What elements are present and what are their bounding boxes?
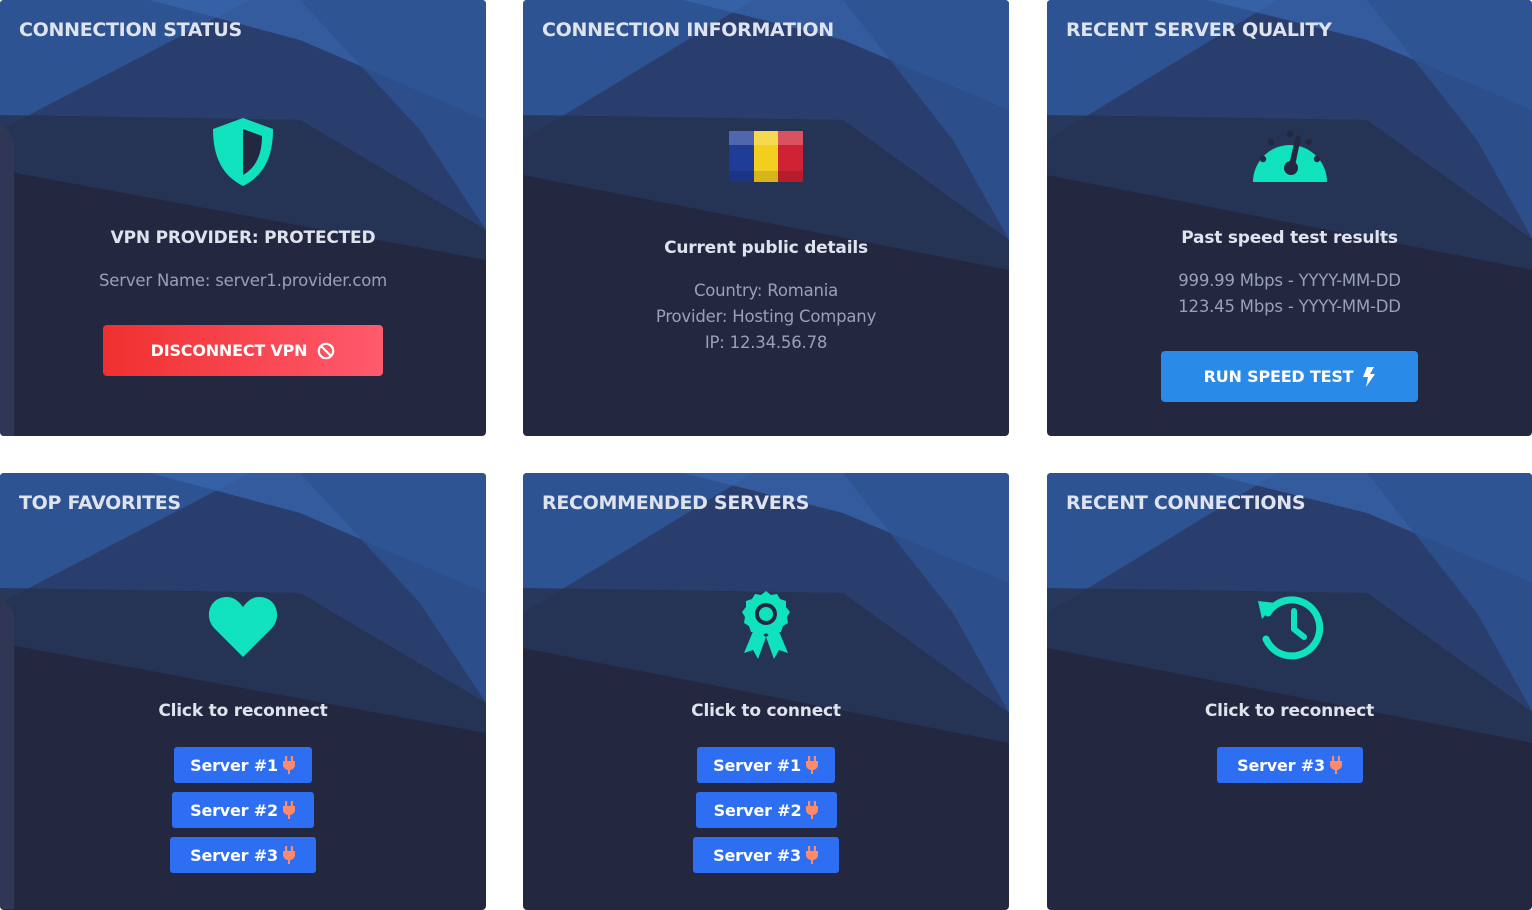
card-title: RECENT SERVER QUALITY [1066,19,1332,41]
history-icon [1047,591,1532,663]
server-label: Server #3 [1237,755,1325,775]
plug-icon [282,801,295,819]
server-label: Server #3 [713,845,801,865]
recommended-server-2-button[interactable]: Server #2 [696,792,837,828]
recent-connections-card: RECENT CONNECTIONS Click to reconnect Se… [1047,473,1532,910]
recent-server-3-button[interactable]: Server #3 [1217,747,1363,783]
reconnect-heading: Click to reconnect [158,701,328,721]
recommended-server-1-button[interactable]: Server #1 [697,747,835,783]
speed-result-2: 123.45 Mbps - YYYY-MM-DD [1178,297,1401,316]
server-label: Server #3 [190,845,278,865]
bolt-icon [1363,366,1376,387]
plug-icon [806,801,819,819]
vpn-status-text: VPN PROVIDER: PROTECTED [110,228,376,248]
speed-results-heading: Past speed test results [1181,228,1398,248]
card-title: TOP FAVORITES [19,492,181,514]
card-title: CONNECTION STATUS [19,19,242,41]
plug-icon [805,756,818,774]
speed-result-1: 999.99 Mbps - YYYY-MM-DD [1178,271,1401,290]
server-label: Server #1 [713,755,801,775]
recommended-servers-card: RECOMMENDED SERVERS Click to connect Ser… [523,473,1009,910]
disconnect-vpn-button[interactable]: DISCONNECT VPN [103,325,383,376]
romania-flag-icon [523,131,1009,182]
server-label: Server #2 [190,800,278,820]
card-title: RECENT CONNECTIONS [1066,492,1306,514]
dashboard-grid: CONNECTION STATUS VPN PROVIDER: PROTECTE… [0,0,1532,910]
favorite-server-1-button[interactable]: Server #1 [174,747,312,783]
ban-icon [318,342,335,359]
plug-icon [805,846,818,864]
plug-icon [1329,756,1342,774]
ip-text: IP: 12.34.56.78 [704,333,828,352]
server-label: Server #1 [190,755,278,775]
server-name-text: Server Name: server1.provider.com [99,271,387,290]
heart-icon [0,595,486,659]
card-title: CONNECTION INFORMATION [542,19,834,41]
top-favorites-card: TOP FAVORITES Click to reconnect Server … [0,473,486,910]
connection-status-card: CONNECTION STATUS VPN PROVIDER: PROTECTE… [0,0,486,436]
recent-server-quality-card: RECENT SERVER QUALITY Past speed test re… [1047,0,1532,436]
disconnect-vpn-label: DISCONNECT VPN [150,341,308,360]
run-speed-test-button[interactable]: RUN SPEED TEST [1161,351,1418,402]
server-label: Server #2 [713,800,802,820]
recommended-server-3-button[interactable]: Server #3 [693,837,839,873]
plug-icon [282,846,295,864]
public-details-heading: Current public details [664,238,868,258]
favorite-server-3-button[interactable]: Server #3 [170,837,316,873]
plug-icon [282,756,295,774]
connect-heading: Click to connect [691,701,841,721]
card-title: RECOMMENDED SERVERS [542,492,810,514]
reconnect-heading: Click to reconnect [1204,701,1375,721]
country-text: Country: Romania [693,281,839,300]
shield-icon [0,116,486,188]
award-icon [523,589,1009,661]
provider-text: Provider: Hosting Company [655,307,877,326]
speedometer-icon [1047,120,1532,184]
run-speed-test-label: RUN SPEED TEST [1203,367,1354,386]
favorite-server-2-button[interactable]: Server #2 [172,792,314,828]
connection-information-card: CONNECTION INFORMATION Current public de… [523,0,1009,436]
